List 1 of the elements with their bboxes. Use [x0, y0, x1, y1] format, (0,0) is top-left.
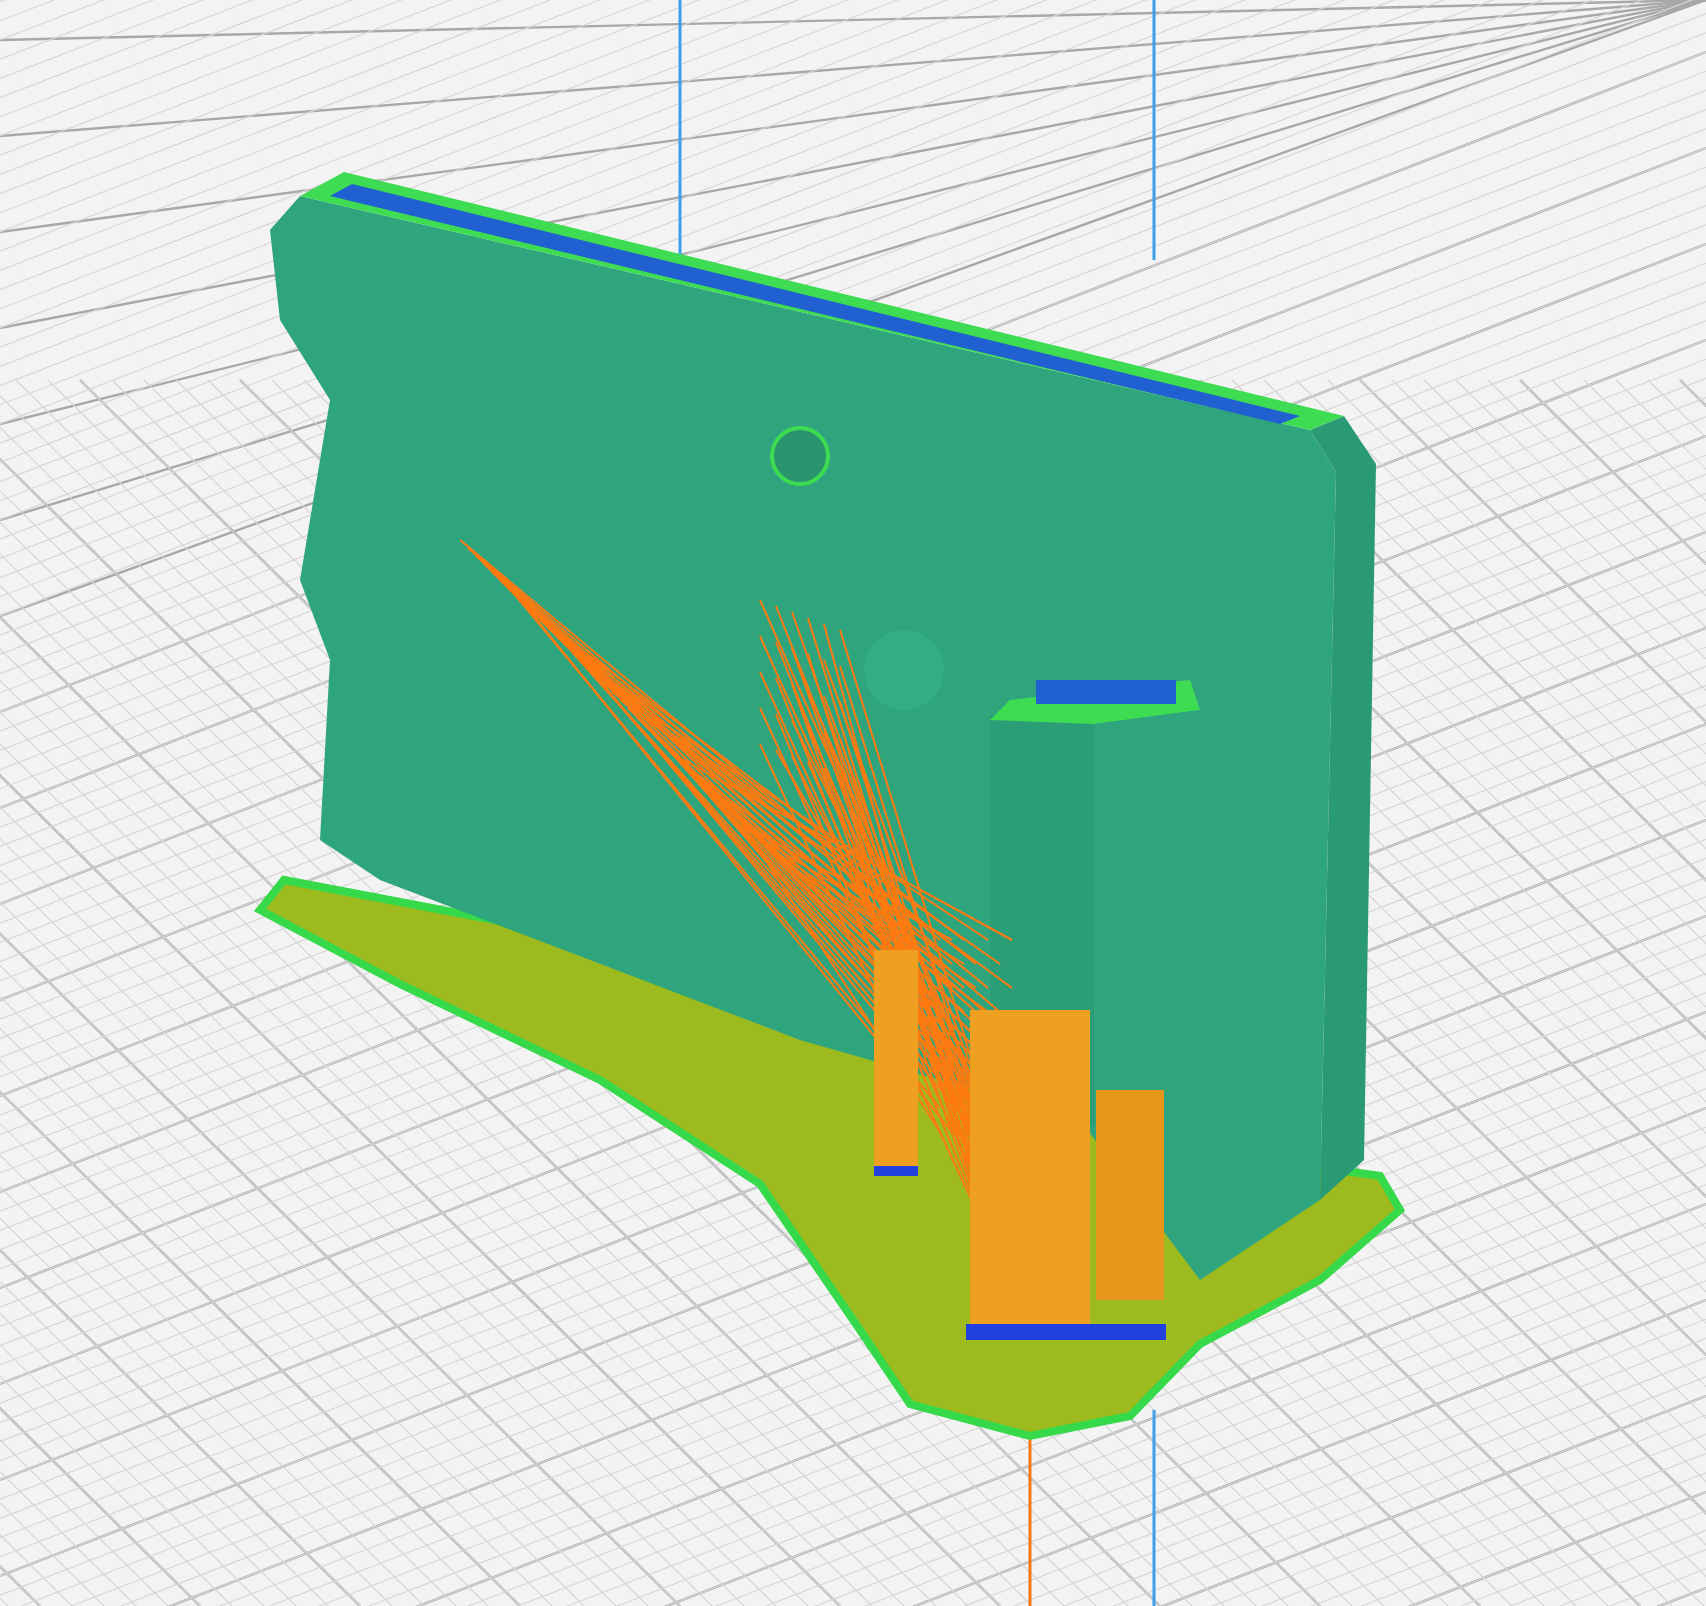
3d-viewport[interactable] — [0, 0, 1706, 1606]
